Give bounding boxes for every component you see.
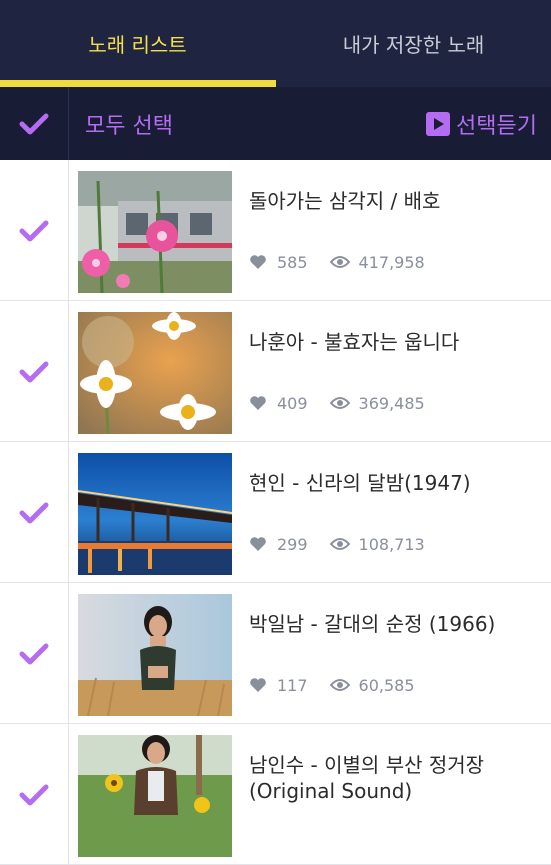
song-stats: 299 108,713 [249, 532, 425, 556]
eye-icon [329, 679, 350, 691]
like-count: 299 [277, 534, 308, 554]
like-count: 117 [277, 675, 308, 695]
row-checkbox[interactable] [0, 583, 69, 724]
song-stats: 117 60,585 [249, 673, 415, 697]
tab-song-list[interactable]: 노래 리스트 [0, 0, 275, 87]
check-icon [19, 113, 49, 134]
tab-saved-songs[interactable]: 내가 저장한 노래 [276, 0, 551, 87]
view-count: 60,585 [358, 675, 415, 695]
row-checkbox[interactable] [0, 724, 69, 865]
play-icon [426, 111, 451, 136]
heart-icon [250, 396, 266, 410]
play-selected-label: 선택듣기 [456, 113, 537, 139]
heart-icon [250, 678, 266, 692]
list-item[interactable]: 박일남 - 갈대의 순정 (1966) 117 60,585 [0, 583, 551, 724]
song-thumbnail[interactable] [78, 312, 232, 434]
list-item[interactable]: 돌아가는 삼각지 / 배호 585 417,958 [0, 160, 551, 301]
song-thumbnail[interactable] [78, 594, 232, 716]
song-thumbnail[interactable] [78, 171, 232, 293]
heart-icon [250, 255, 266, 269]
list-item[interactable]: 현인 - 신라의 달밤(1947) 299 108,713 [0, 442, 551, 583]
list-item[interactable]: 나훈아 - 불효자는 웁니다 409 369,485 [0, 301, 551, 442]
select-all-label[interactable]: 모두 선택 [85, 87, 173, 160]
eye-icon [329, 256, 350, 268]
like-count: 585 [277, 252, 308, 272]
song-title[interactable]: 남인수 - 이별의 부산 정거장 (Original Sound) [249, 752, 544, 804]
check-icon [19, 643, 49, 664]
eye-icon [329, 538, 350, 550]
active-tab-indicator [0, 80, 276, 87]
check-icon [19, 502, 49, 523]
check-icon [19, 361, 49, 382]
song-title[interactable]: 나훈아 - 불효자는 웁니다 [249, 329, 544, 355]
row-checkbox[interactable] [0, 301, 69, 442]
song-stats: 409 369,485 [249, 391, 425, 415]
tab-bar: 노래 리스트 내가 저장한 노래 [0, 0, 551, 87]
check-icon [19, 220, 49, 241]
song-title[interactable]: 돌아가는 삼각지 / 배호 [249, 188, 544, 214]
heart-icon [250, 537, 266, 551]
song-title[interactable]: 현인 - 신라의 달밤(1947) [249, 470, 544, 496]
song-thumbnail[interactable] [78, 735, 232, 857]
view-count: 417,958 [358, 252, 425, 272]
view-count: 108,713 [358, 534, 425, 554]
like-count: 409 [277, 393, 308, 413]
check-icon [19, 784, 49, 805]
list-item[interactable]: 남인수 - 이별의 부산 정거장 (Original Sound) [0, 724, 551, 865]
select-bar: 모두 선택 선택듣기 [0, 87, 551, 160]
song-title[interactable]: 박일남 - 갈대의 순정 (1966) [249, 611, 544, 637]
eye-icon [329, 397, 350, 409]
song-stats: 585 417,958 [249, 250, 425, 274]
song-thumbnail[interactable] [78, 453, 232, 575]
view-count: 369,485 [358, 393, 425, 413]
row-checkbox[interactable] [0, 160, 69, 301]
play-selected-button[interactable]: 선택듣기 [426, 87, 537, 160]
row-checkbox[interactable] [0, 442, 69, 583]
select-all-checkbox[interactable] [0, 87, 69, 160]
